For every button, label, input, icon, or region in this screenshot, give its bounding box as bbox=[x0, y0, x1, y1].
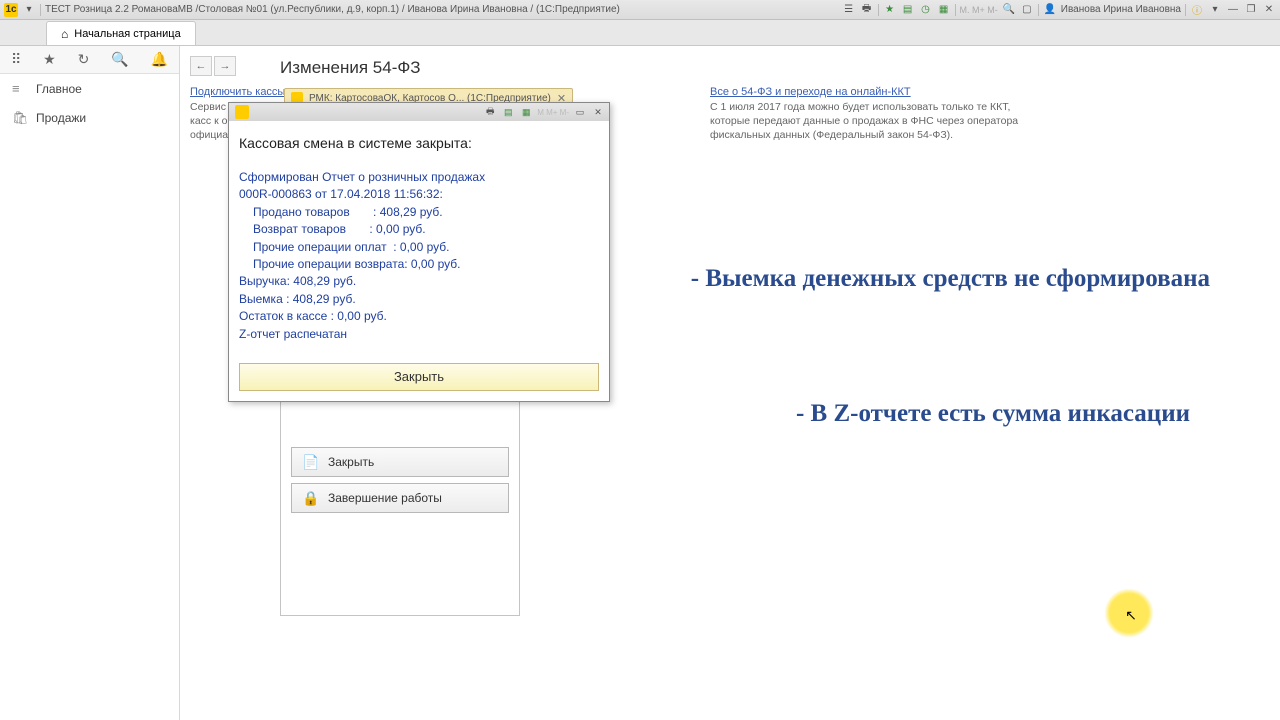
sold-value: : 408,29 руб. bbox=[373, 205, 443, 219]
shutdown-button[interactable]: 🔒 Завершение работы bbox=[291, 483, 509, 513]
modal-doc-icon[interactable]: ▤ bbox=[501, 105, 515, 119]
close-icon[interactable]: ✕ bbox=[1262, 3, 1276, 17]
window-titlebar: 1c ▾ ТЕСТ Розница 2.2 РомановаМВ /Столов… bbox=[0, 0, 1280, 20]
modal-close-button-label: Закрыть bbox=[394, 369, 444, 384]
sidebar-toolbar: ⠿ ★ ↻ 🔍 🔔 bbox=[0, 46, 179, 74]
dropdown-icon[interactable]: ▾ bbox=[22, 3, 36, 17]
info-icon[interactable]: ⓘ bbox=[1190, 3, 1204, 17]
refresh-icon[interactable]: ↻ bbox=[78, 51, 90, 68]
right-block-text: С 1 июля 2017 года можно будет использов… bbox=[710, 100, 1030, 143]
dropdown2-icon[interactable]: ▾ bbox=[1208, 3, 1222, 17]
modal-dialog: 🖶 ▤ ▦ M M+ M- ▭ ✕ Кассовая смена в систе… bbox=[228, 102, 610, 402]
print-icon[interactable]: 🖶 bbox=[860, 3, 874, 17]
lock-icon: 🔒 bbox=[302, 490, 318, 507]
ret-value: : 0,00 руб. bbox=[369, 222, 425, 236]
menu-icon: ≡ bbox=[12, 81, 26, 96]
modal-minimize-icon[interactable]: ▭ bbox=[573, 105, 587, 119]
tab-bar: ⌂ Начальная страница bbox=[0, 20, 1280, 46]
close-button-bg[interactable]: 📄 Закрыть bbox=[291, 447, 509, 477]
close-button-label: Закрыть bbox=[328, 455, 374, 469]
toolbar-icon[interactable]: ☰ bbox=[842, 3, 856, 17]
close-doc-icon: 📄 bbox=[302, 454, 318, 471]
search-icon[interactable]: 🔍 bbox=[1002, 3, 1016, 17]
box-icon[interactable]: ▢ bbox=[1020, 3, 1034, 17]
nav-back-button[interactable]: ← bbox=[190, 56, 212, 76]
sidebar-item-main[interactable]: ≡ Главное bbox=[0, 74, 179, 103]
report-line2: 000R-000863 от 17.04.2018 11:56:32: bbox=[239, 186, 599, 203]
sidebar-item-sales[interactable]: 🛍 Продажи bbox=[0, 103, 179, 133]
annotation-2: - В Z-отчете есть сумма инкасации bbox=[720, 395, 1190, 434]
cursor-highlight: ↖ bbox=[1104, 588, 1154, 638]
user-name: Иванова Ирина Ивановна bbox=[1061, 4, 1181, 15]
withdraw-line: Выемка : 408,29 руб. bbox=[239, 291, 599, 308]
revenue-line: Выручка: 408,29 руб. bbox=[239, 273, 599, 290]
modal-close-icon[interactable]: ✕ bbox=[591, 105, 605, 119]
modal-print-icon[interactable]: 🖶 bbox=[483, 105, 497, 119]
cursor-icon: ↖ bbox=[1125, 607, 1137, 624]
app-1c-icon: 1c bbox=[4, 3, 18, 17]
grid-icon[interactable]: ⠿ bbox=[11, 51, 21, 68]
home-icon: ⌂ bbox=[61, 27, 68, 41]
report-line1: Сформирован Отчет о розничных продажах bbox=[239, 169, 599, 186]
search2-icon[interactable]: 🔍 bbox=[111, 51, 128, 68]
about-54fz-link[interactable]: Все о 54-ФЗ и переходе на онлайн-ККТ bbox=[710, 86, 1030, 98]
shutdown-button-label: Завершение работы bbox=[328, 491, 442, 505]
star2-icon[interactable]: ★ bbox=[43, 51, 56, 68]
balance-line: Остаток в кассе : 0,00 руб. bbox=[239, 308, 599, 325]
op-ret-value: 0,00 руб. bbox=[408, 257, 461, 271]
m-mplus: M. M+ M- bbox=[960, 5, 998, 15]
op-ret-label: Прочие операции возврата: bbox=[253, 257, 408, 271]
clock-icon[interactable]: ◷ bbox=[919, 3, 933, 17]
op-pay-label: Прочие операции оплат bbox=[253, 240, 387, 254]
ret-label: Возврат товаров bbox=[253, 222, 346, 236]
doc-icon[interactable]: ▤ bbox=[901, 3, 915, 17]
star-icon[interactable]: ★ bbox=[883, 3, 897, 17]
bag-icon: 🛍 bbox=[12, 110, 26, 126]
sold-label: Продано товаров bbox=[253, 205, 350, 219]
nav-forward-button[interactable]: → bbox=[214, 56, 236, 76]
page-title: Изменения 54-ФЗ bbox=[280, 58, 421, 78]
modal-cal-icon[interactable]: ▦ bbox=[519, 105, 533, 119]
modal-heading: Кассовая смена в системе закрыта: bbox=[239, 135, 599, 151]
user-icon: 👤 bbox=[1043, 3, 1057, 17]
calendar-icon[interactable]: ▦ bbox=[937, 3, 951, 17]
zreport-line: Z-отчет распечатан bbox=[239, 326, 599, 343]
tab-home[interactable]: ⌂ Начальная страница bbox=[46, 21, 196, 45]
bell-icon[interactable]: 🔔 bbox=[151, 51, 168, 68]
window-title: ТЕСТ Розница 2.2 РомановаМВ /Столовая №0… bbox=[45, 4, 620, 15]
op-pay-value: : 0,00 руб. bbox=[393, 240, 449, 254]
modal-report: Сформирован Отчет о розничных продажах 0… bbox=[239, 169, 599, 343]
modal-m-text: M M+ M- bbox=[537, 108, 569, 117]
maximize-icon[interactable]: ❐ bbox=[1244, 3, 1258, 17]
modal-close-button[interactable]: Закрыть bbox=[239, 363, 599, 391]
sidebar-item-label: Продажи bbox=[36, 111, 86, 125]
minimize-icon[interactable]: — bbox=[1226, 3, 1240, 17]
modal-titlebar: 🖶 ▤ ▦ M M+ M- ▭ ✕ bbox=[229, 103, 609, 121]
sidebar-item-label: Главное bbox=[36, 82, 82, 96]
sidebar: ⠿ ★ ↻ 🔍 🔔 ≡ Главное 🛍 Продажи bbox=[0, 46, 180, 720]
tab-home-label: Начальная страница bbox=[74, 28, 180, 40]
modal-1c-icon bbox=[235, 105, 249, 119]
annotation-1: - Выемка денежных средств не сформирован… bbox=[670, 260, 1210, 299]
